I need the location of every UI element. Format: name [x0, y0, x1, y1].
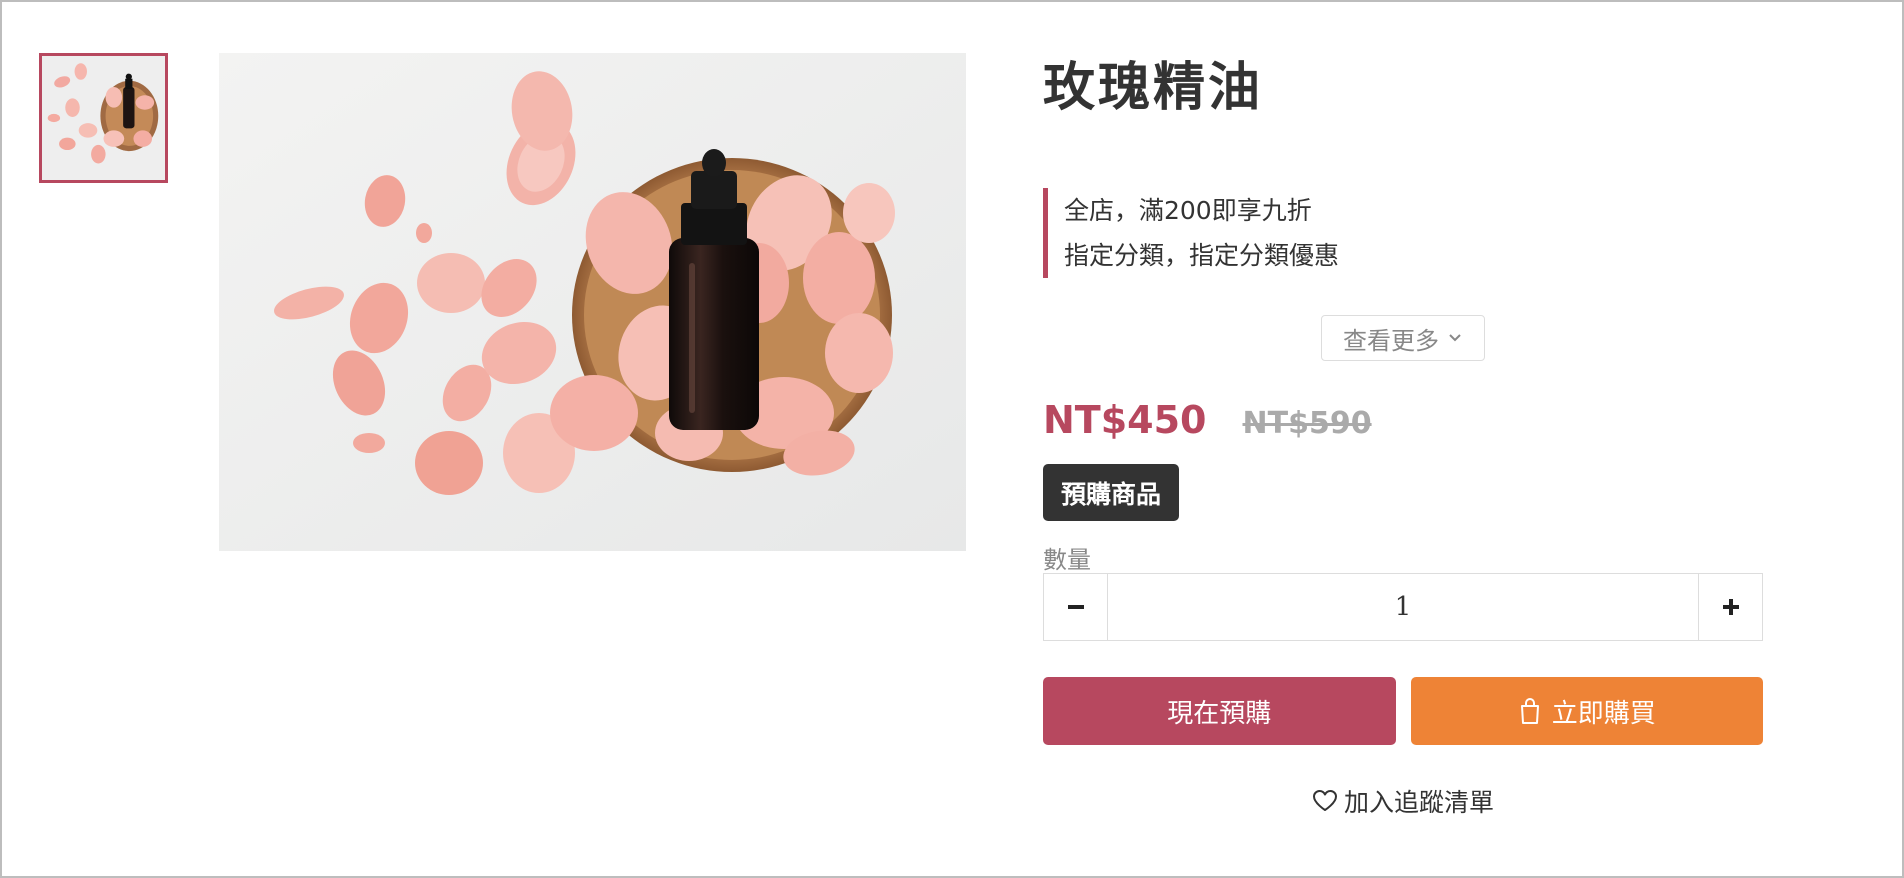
plus-icon — [1722, 599, 1739, 615]
product-info-panel: 玫瑰精油 全店，滿200即享九折 指定分類，指定分類優惠 查看更多 NT$450… — [1043, 53, 1763, 817]
heart-icon — [1312, 790, 1337, 811]
quantity-stepper — [1043, 573, 1763, 641]
quantity-input[interactable] — [1108, 574, 1698, 640]
decrease-quantity-button[interactable] — [1044, 574, 1108, 640]
buy-now-button[interactable]: 立即購買 — [1410, 677, 1763, 745]
buy-now-label: 立即購買 — [1551, 698, 1656, 729]
sale-price: NT$450 — [1043, 398, 1207, 442]
price-block: NT$450 NT$590 — [1043, 398, 1372, 442]
promotion-item: 全店，滿200即享九折 — [1064, 196, 1312, 225]
thumbnail-photo — [42, 56, 165, 180]
see-more-button[interactable]: 查看更多 — [1321, 315, 1485, 361]
preorder-badge: 預購商品 — [1043, 464, 1180, 521]
shopping-bag-icon — [1520, 698, 1539, 724]
add-to-wishlist-button[interactable]: 加入追蹤清單 — [1043, 783, 1763, 819]
chevron-down-icon — [1449, 334, 1461, 342]
promotion-item: 指定分類，指定分類優惠 — [1064, 241, 1340, 270]
preorder-now-label: 現在預購 — [1167, 698, 1272, 729]
wishlist-label: 加入追蹤清單 — [1343, 788, 1494, 817]
action-buttons: 現在預購 立即購買 — [1043, 677, 1763, 745]
product-title: 玫瑰精油 — [1043, 58, 1264, 118]
quantity-label: 數量 — [1043, 546, 1091, 574]
thumbnail-image[interactable] — [39, 53, 168, 183]
minus-icon — [1067, 605, 1084, 609]
see-more-label: 查看更多 — [1343, 326, 1439, 355]
original-price: NT$590 — [1242, 406, 1372, 441]
increase-quantity-button[interactable] — [1698, 574, 1762, 640]
rose-oil-photo — [219, 53, 966, 551]
promotions-list: 全店，滿200即享九折 指定分類，指定分類優惠 — [1043, 188, 1763, 278]
preorder-now-button[interactable]: 現在預購 — [1043, 677, 1396, 745]
main-product-image[interactable] — [219, 53, 966, 551]
